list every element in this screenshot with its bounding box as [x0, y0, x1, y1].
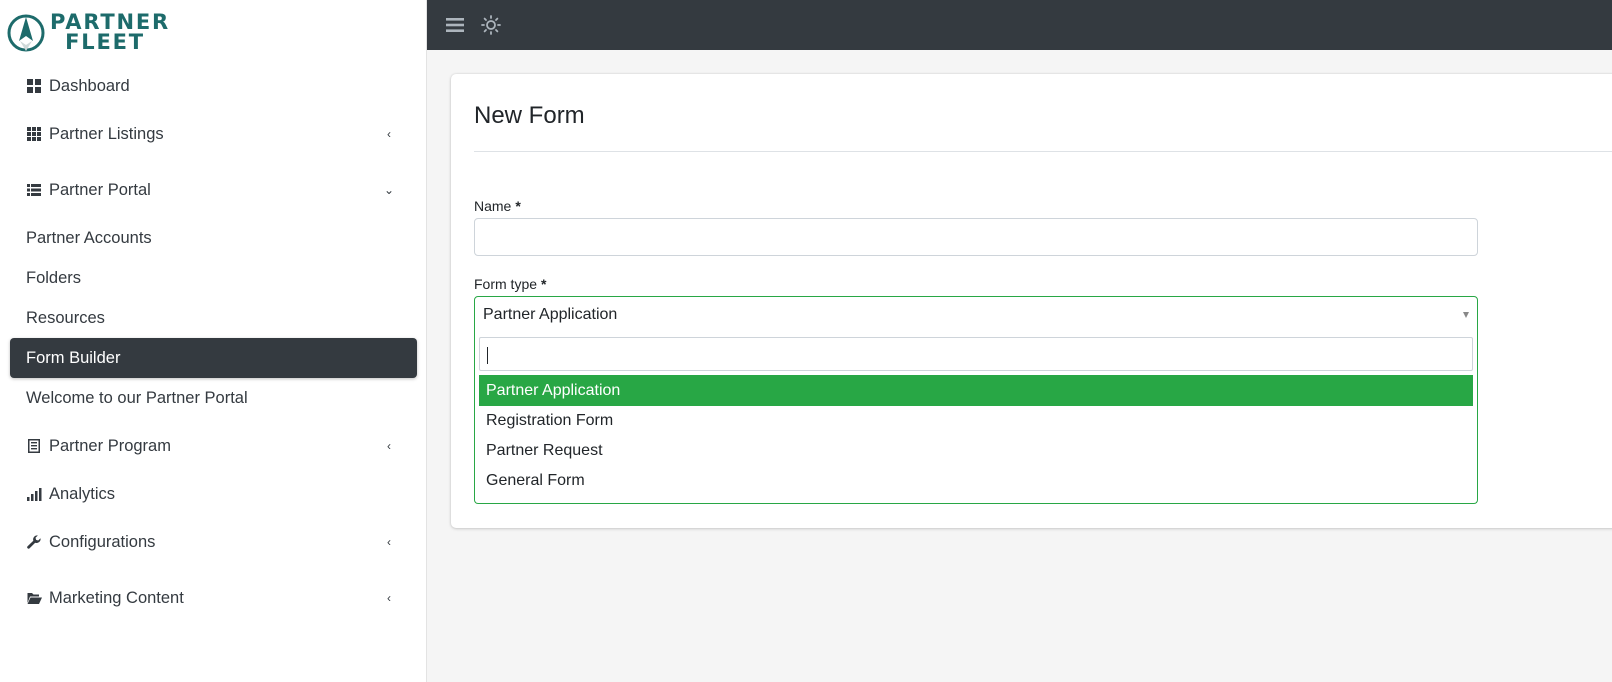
sidebar-item-label: Partner Listings [49, 124, 164, 143]
folder-open-icon [25, 589, 43, 607]
chevron-left-icon: ‹ [387, 439, 391, 453]
sidebar-subitem-partner-accounts[interactable]: Partner Accounts [10, 218, 417, 258]
form-type-label: Form type * [474, 276, 546, 292]
name-input[interactable] [474, 218, 1478, 256]
form-type-selected-value: Partner Application [483, 306, 618, 323]
sidebar-item-marketing-content[interactable]: Marketing Content ‹ [10, 578, 417, 618]
required-mark: * [541, 276, 547, 292]
dropdown-option[interactable]: Partner Request [479, 435, 1473, 466]
hamburger-icon[interactable] [445, 15, 465, 35]
sidebar-item-label: Partner Program [49, 436, 171, 455]
sidebar-item-configurations[interactable]: Configurations ‹ [10, 522, 417, 562]
sidebar-subitem-label: Folders [26, 268, 82, 287]
sidebar-item-analytics[interactable]: Analytics [10, 474, 417, 514]
required-mark: * [515, 198, 521, 214]
dashboard-icon [25, 77, 43, 95]
brand-logo[interactable]: PARTNER FLEET [6, 8, 170, 58]
sidebar-item-label: Configurations [49, 532, 156, 551]
top-navbar [427, 0, 1612, 50]
chevron-down-icon: ⌄ [383, 183, 395, 197]
text-cursor [487, 347, 488, 364]
grid-icon [25, 125, 43, 143]
form-type-dropdown: Partner Application Registration Form Pa… [474, 333, 1478, 504]
program-icon [25, 437, 43, 455]
chevron-left-icon: ‹ [387, 127, 391, 141]
sidebar-subitem-label: Partner Accounts [26, 228, 152, 247]
dropdown-option[interactable]: General Form [479, 465, 1473, 496]
sidebar-item-label: Marketing Content [49, 588, 184, 607]
form-type-label-text: Form type [474, 276, 538, 292]
sidebar-item-label: Dashboard [49, 76, 130, 95]
sidebar-subitem-label: Form Builder [26, 348, 121, 367]
dropdown-option[interactable]: Registration Form [479, 405, 1473, 436]
sidebar-item-partner-portal[interactable]: Partner Portal ⌄ [10, 170, 417, 210]
sidebar-item-label: Partner Portal [49, 180, 151, 199]
sidebar-item-label: Analytics [49, 484, 116, 503]
sidebar-subitem-label: Welcome to our Partner Portal [26, 388, 248, 407]
page-title: New Form [474, 102, 585, 129]
sidebar-item-partner-program[interactable]: Partner Program ‹ [10, 426, 417, 466]
sidebar-subitem-welcome[interactable]: Welcome to our Partner Portal [10, 378, 417, 418]
sidebar-subitem-resources[interactable]: Resources [10, 298, 417, 338]
chevron-left-icon: ‹ [387, 591, 391, 605]
form-type-select[interactable]: Partner Application [474, 296, 1478, 334]
new-form-card: New Form Name * Form type * Partner Applic… [451, 74, 1612, 528]
sun-icon[interactable] [481, 15, 501, 35]
sidebar-item-dashboard[interactable]: Dashboard [10, 66, 417, 106]
dropdown-arrow-icon [1463, 312, 1469, 318]
brand-line-1: PARTNER [50, 10, 170, 34]
sidebar-subitem-label: Resources [26, 308, 105, 327]
sidebar: PARTNER FLEET Dashboard Partner Listings… [0, 0, 427, 682]
list-icon [25, 181, 43, 199]
chevron-left-icon: ‹ [387, 535, 391, 549]
dropdown-search-input[interactable] [479, 337, 1473, 371]
compass-logo-icon [7, 14, 45, 52]
brand-line-2: FLEET [65, 30, 145, 54]
sidebar-subitem-form-builder[interactable]: Form Builder [10, 338, 417, 378]
sidebar-subitem-folders[interactable]: Folders [10, 258, 417, 298]
wrench-icon [25, 533, 43, 551]
bar-chart-icon [25, 485, 43, 503]
brand-name: PARTNER FLEET [50, 10, 170, 54]
sidebar-item-partner-listings[interactable]: Partner Listings ‹ [10, 114, 417, 154]
title-divider [474, 151, 1612, 152]
name-label: Name * [474, 198, 521, 214]
name-label-text: Name [474, 198, 512, 214]
dropdown-option[interactable]: Partner Application [479, 375, 1473, 406]
